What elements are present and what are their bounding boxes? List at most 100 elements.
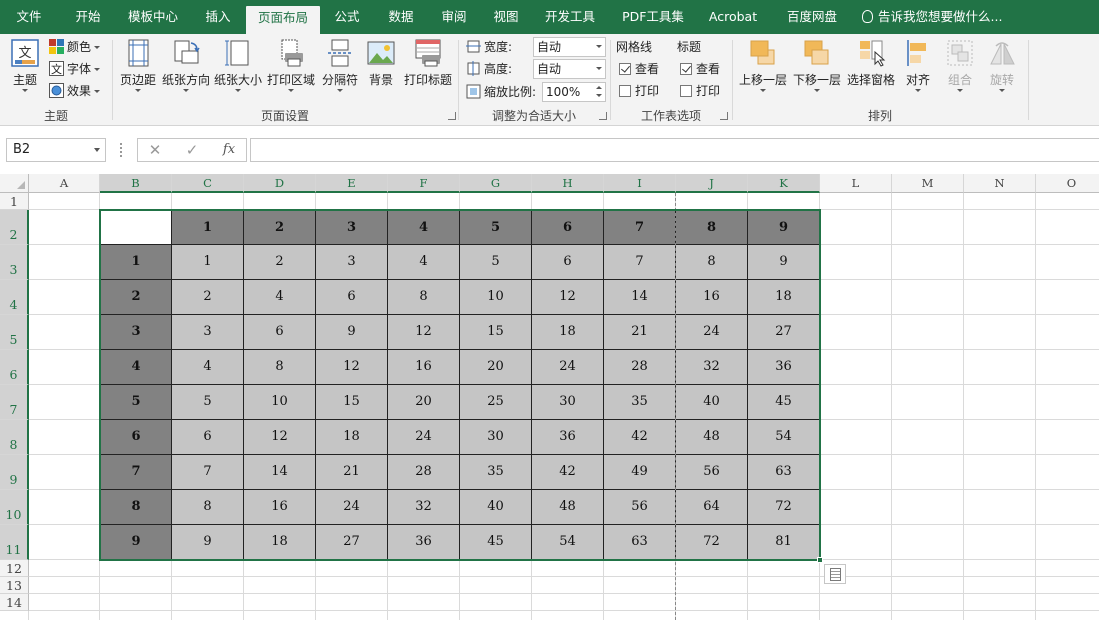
table-header-cell[interactable]: 1 <box>100 245 172 280</box>
column-header-A[interactable]: A <box>29 174 100 193</box>
table-cell[interactable]: 12 <box>244 420 316 455</box>
table-cell[interactable]: 72 <box>676 525 748 560</box>
table-cell[interactable]: 8 <box>676 245 748 280</box>
table-cell[interactable]: 72 <box>748 490 820 525</box>
column-header-M[interactable]: M <box>892 174 964 193</box>
table-cell[interactable]: 36 <box>532 420 604 455</box>
colors-button[interactable]: 颜色 <box>49 37 101 57</box>
page-setup-launcher-icon[interactable] <box>448 112 456 120</box>
tab-6[interactable]: 数据 <box>378 0 424 34</box>
table-cell[interactable]: 18 <box>532 315 604 350</box>
breaks-button[interactable]: 分隔符 <box>320 38 360 92</box>
table-header-cell[interactable]: 8 <box>676 210 748 245</box>
table-header-cell[interactable]: 8 <box>100 490 172 525</box>
select-all-button[interactable] <box>0 174 29 193</box>
table-cell[interactable]: 8 <box>388 280 460 315</box>
column-header-I[interactable]: I <box>604 174 676 193</box>
table-cell[interactable]: 10 <box>244 385 316 420</box>
column-header-C[interactable]: C <box>172 174 244 193</box>
tab-9[interactable]: 开发工具 <box>535 0 605 34</box>
tab-2[interactable]: 模板中心 <box>118 0 188 34</box>
table-cell[interactable]: 21 <box>316 455 388 490</box>
table-header-cell[interactable]: 7 <box>604 210 676 245</box>
spin-down-icon[interactable] <box>596 94 602 97</box>
width-select[interactable]: 自动 <box>533 37 606 57</box>
row-header-6[interactable]: 6 <box>0 350 29 385</box>
table-cell[interactable]: 6 <box>172 420 244 455</box>
table-cell[interactable]: 4 <box>388 245 460 280</box>
table-cell[interactable]: 32 <box>676 350 748 385</box>
table-cell[interactable]: 12 <box>532 280 604 315</box>
table-cell[interactable]: 24 <box>676 315 748 350</box>
scale-launcher-icon[interactable] <box>599 112 607 120</box>
table-cell[interactable]: 18 <box>244 525 316 560</box>
table-cell[interactable]: 35 <box>460 455 532 490</box>
sheet-options-launcher-icon[interactable] <box>720 112 728 120</box>
table-cell[interactable]: 14 <box>604 280 676 315</box>
row-header-13[interactable]: 13 <box>0 577 29 594</box>
table-cell[interactable]: 2 <box>172 280 244 315</box>
table-cell[interactable]: 24 <box>316 490 388 525</box>
table-header-cell[interactable]: 9 <box>748 210 820 245</box>
table-cell[interactable]: 56 <box>604 490 676 525</box>
gridlines-print-checkbox[interactable]: 打印 <box>619 82 659 100</box>
row-header-11[interactable]: 11 <box>0 525 29 560</box>
row-header-1[interactable]: 1 <box>0 193 29 210</box>
table-cell[interactable]: 2 <box>244 245 316 280</box>
table-cell[interactable]: 6 <box>316 280 388 315</box>
column-header-N[interactable]: N <box>964 174 1036 193</box>
table-cell[interactable]: 15 <box>460 315 532 350</box>
table-cell[interactable]: 28 <box>388 455 460 490</box>
row-header-7[interactable]: 7 <box>0 385 29 420</box>
table-cell[interactable]: 36 <box>748 350 820 385</box>
tab-7[interactable]: 审阅 <box>431 0 477 34</box>
row-header-2[interactable]: 2 <box>0 210 29 245</box>
table-cell[interactable]: 7 <box>172 455 244 490</box>
height-select[interactable]: 自动 <box>533 59 606 79</box>
headings-view-checkbox[interactable]: 查看 <box>680 60 720 78</box>
tab-11[interactable]: Acrobat <box>700 0 766 34</box>
table-cell[interactable]: 3 <box>172 315 244 350</box>
table-header-cell[interactable]: 9 <box>100 525 172 560</box>
print-titles-button[interactable]: 打印标题 <box>402 38 454 88</box>
table-header-cell[interactable]: 4 <box>388 210 460 245</box>
tab-3[interactable]: 插入 <box>196 0 240 34</box>
table-header-cell[interactable]: 6 <box>100 420 172 455</box>
table-cell[interactable]: 20 <box>460 350 532 385</box>
column-header-B[interactable]: B <box>100 174 172 193</box>
table-cell[interactable]: 18 <box>748 280 820 315</box>
cancel-icon[interactable]: ✕ <box>140 138 170 162</box>
table-cell[interactable]: 30 <box>460 420 532 455</box>
insert-function-icon[interactable]: fx <box>214 138 244 162</box>
table-cell[interactable]: 3 <box>316 245 388 280</box>
row-header-4[interactable]: 4 <box>0 280 29 315</box>
tell-me-box[interactable]: 告诉我您想要做什么... <box>862 0 1002 34</box>
background-button[interactable]: 背景 <box>364 38 398 88</box>
formula-input[interactable] <box>250 138 1099 162</box>
worksheet-grid[interactable]: A B C D E F G H I J K L M N O 1 2 3 4 5 6 7 8 9 10 11 12 13 14 1 2 3 4 5 6… <box>0 174 1099 620</box>
table-cell[interactable]: 5 <box>460 245 532 280</box>
rotate-button[interactable]: 旋转 <box>985 38 1019 92</box>
column-header-H[interactable]: H <box>532 174 604 193</box>
table-cell[interactable]: 21 <box>604 315 676 350</box>
table-cell[interactable]: 8 <box>172 490 244 525</box>
column-header-J[interactable]: J <box>676 174 748 193</box>
bring-forward-button[interactable]: 上移一层 <box>737 38 789 92</box>
selection-pane-button[interactable]: 选择窗格 <box>845 38 897 88</box>
table-cell[interactable]: 81 <box>748 525 820 560</box>
column-header-K[interactable]: K <box>748 174 820 193</box>
table-cell[interactable]: 28 <box>604 350 676 385</box>
effects-button[interactable]: 效果 <box>49 81 101 101</box>
gridlines-view-checkbox[interactable]: 查看 <box>619 60 659 78</box>
table-cell[interactable]: 5 <box>172 385 244 420</box>
table-cell[interactable]: 9 <box>316 315 388 350</box>
table-header-cell[interactable]: 2 <box>244 210 316 245</box>
table-cell[interactable]: 9 <box>748 245 820 280</box>
headings-print-checkbox[interactable]: 打印 <box>680 82 720 100</box>
print-area-button[interactable]: 打印区域 <box>266 38 316 92</box>
size-button[interactable]: 纸张大小 <box>213 38 263 92</box>
column-header-D[interactable]: D <box>244 174 316 193</box>
resize-grip-icon[interactable] <box>120 143 122 157</box>
table-header-cell[interactable]: 2 <box>100 280 172 315</box>
table-cell[interactable]: 27 <box>748 315 820 350</box>
